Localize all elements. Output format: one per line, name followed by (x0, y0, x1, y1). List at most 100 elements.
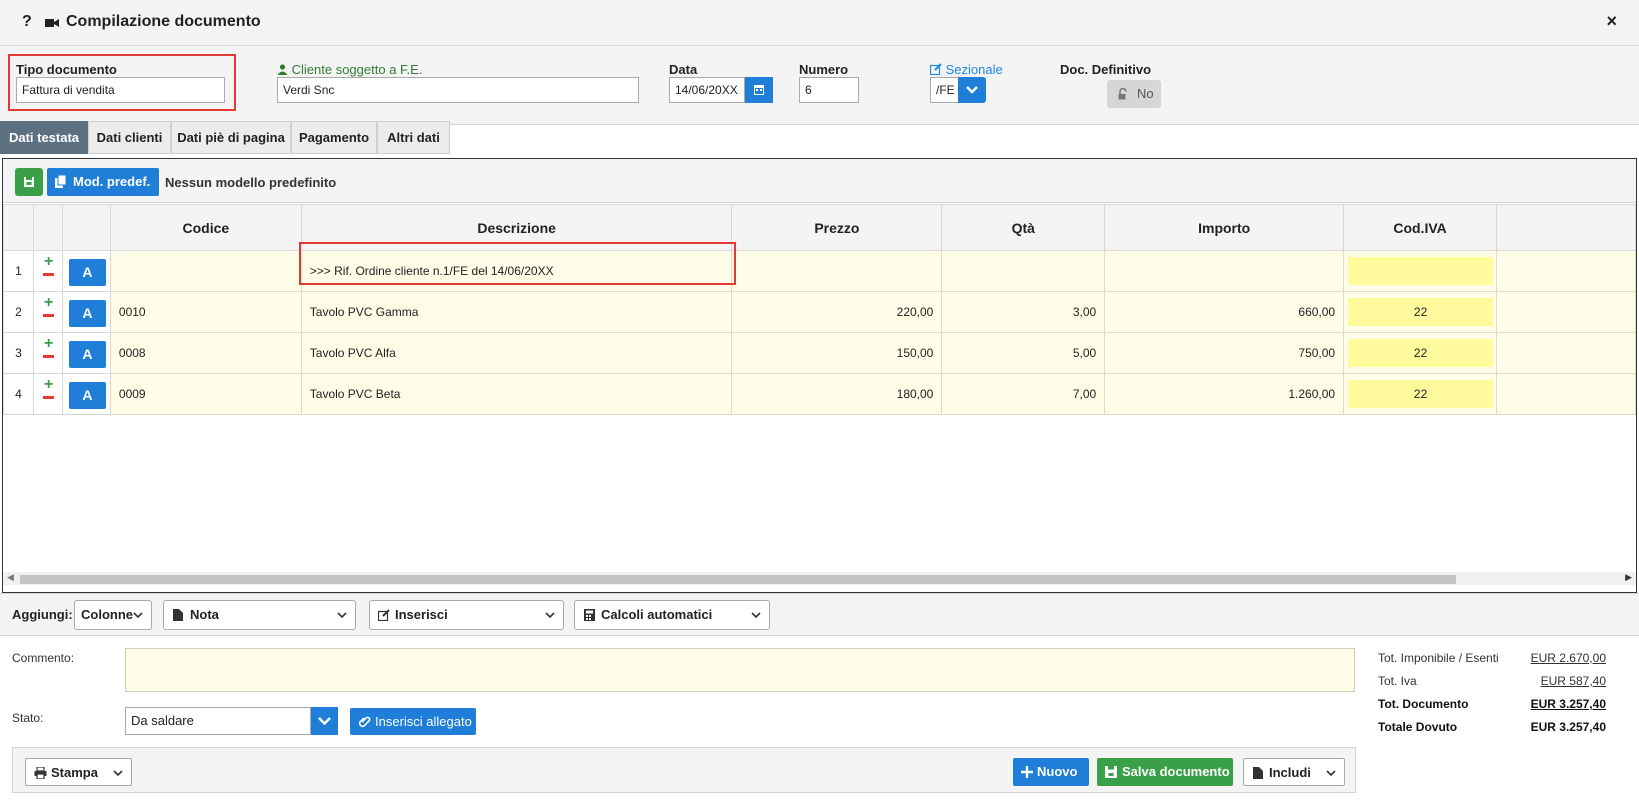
nota-dropdown[interactable]: Nota (163, 600, 356, 630)
cell-prezzo[interactable]: 180,00 (731, 373, 943, 415)
horizontal-scrollbar[interactable]: ◀ ▶ (3, 572, 1636, 585)
scroll-right-icon[interactable]: ▶ (1625, 572, 1632, 583)
cell-extra (1496, 373, 1636, 415)
cell-qta[interactable]: 5,00 (941, 332, 1106, 374)
cliente-field[interactable]: Verdi Snc (277, 77, 639, 103)
tipo-documento-field[interactable]: Fattura di vendita (16, 77, 225, 103)
cell-descrizione[interactable]: Tavolo PVC Beta (300, 373, 733, 415)
row-a-button[interactable]: A (68, 382, 106, 409)
row-a-button[interactable]: A (68, 300, 106, 327)
minus-icon[interactable] (42, 355, 54, 358)
calcoli-dropdown[interactable]: Calcoli automatici (574, 600, 770, 630)
cell-importo[interactable]: 750,00 (1104, 332, 1345, 374)
tot-documento-value[interactable]: EUR 3.257,40 (1531, 697, 1606, 711)
inserisci-dropdown[interactable]: Inserisci (369, 600, 564, 630)
includi-label: Includi (1269, 765, 1311, 780)
row-a-button[interactable]: A (68, 259, 106, 286)
col-header-importo[interactable]: Importo (1104, 204, 1345, 251)
cell-descrizione[interactable]: Tavolo PVC Alfa (300, 332, 733, 374)
cell-cod-iva[interactable]: 22 (1343, 332, 1498, 374)
row-number: 2 (3, 291, 34, 333)
calcoli-label: Calcoli automatici (601, 607, 713, 622)
col-header-qta[interactable]: Qtà (941, 204, 1106, 251)
cell-codice[interactable] (109, 250, 302, 292)
sezionale-label[interactable]: Sezionale (929, 62, 1003, 77)
colonne-dropdown[interactable]: Colonne (74, 600, 152, 630)
chevron-down-icon (337, 612, 347, 619)
definitivo-toggle[interactable]: No (1107, 80, 1161, 108)
chevron-down-icon (133, 612, 143, 619)
plus-icon[interactable]: + (44, 254, 53, 270)
numero-field[interactable]: 6 (799, 77, 859, 103)
aggiungi-bar: Aggiungi: Colonne Nota Inserisci Calcoli… (0, 593, 1639, 636)
col-header-cod-iva[interactable]: Cod.IVA (1343, 204, 1498, 251)
table-header-row: Codice Descrizione Prezzo Qtà Importo Co… (3, 204, 1636, 251)
commento-textarea[interactable] (125, 648, 1355, 692)
cell-qta[interactable] (941, 250, 1106, 292)
salva-documento-button[interactable]: Salva documento (1097, 758, 1233, 786)
scrollbar-thumb[interactable] (20, 575, 1456, 584)
col-header-codice[interactable]: Codice (109, 204, 302, 251)
plus-icon[interactable]: + (44, 295, 53, 311)
col-header-a (61, 204, 111, 251)
stato-label: Stato: (12, 711, 44, 725)
minus-icon[interactable] (42, 396, 54, 399)
nuovo-button[interactable]: Nuovo (1013, 758, 1089, 786)
sezionale-dropdown-button[interactable] (958, 77, 986, 103)
stampa-label: Stampa (51, 765, 98, 780)
tab-dati-testata[interactable]: Dati testata (0, 121, 88, 154)
tab-altri-dati[interactable]: Altri dati (377, 121, 450, 154)
chevron-down-icon (545, 612, 555, 619)
stato-select[interactable]: Da saldare (125, 707, 311, 735)
tot-imponibile-value[interactable]: EUR 2.670,00 (1531, 651, 1606, 665)
floppy-icon (1105, 766, 1117, 778)
cell-prezzo[interactable]: 150,00 (731, 332, 943, 374)
tab-pagamento[interactable]: Pagamento (291, 121, 377, 154)
row-a-cell: A (61, 332, 111, 374)
stampa-dropdown[interactable]: Stampa (25, 758, 132, 786)
cell-cod-iva[interactable] (1343, 250, 1498, 292)
col-header-prezzo[interactable]: Prezzo (731, 204, 943, 251)
help-icon[interactable]: ? (22, 13, 32, 31)
cell-cod-iva[interactable]: 22 (1343, 291, 1498, 333)
cell-qta[interactable]: 3,00 (941, 291, 1106, 333)
inserisci-allegato-button[interactable]: Inserisci allegato (350, 708, 476, 735)
cell-qta[interactable]: 7,00 (941, 373, 1106, 415)
inserisci-label: Inserisci (395, 607, 448, 622)
plus-icon[interactable]: + (44, 377, 53, 393)
tot-imponibile-label: Tot. Imponibile / Esenti (1378, 651, 1499, 665)
stato-dropdown-button[interactable] (311, 707, 338, 735)
row-add-remove: + (32, 332, 63, 374)
close-icon[interactable]: × (1606, 11, 1617, 32)
row-a-button[interactable]: A (68, 341, 106, 368)
sezionale-field[interactable]: /FE (930, 77, 959, 103)
lines-table: Codice Descrizione Prezzo Qtà Importo Co… (3, 204, 1636, 415)
cell-importo[interactable] (1104, 250, 1345, 292)
cell-descrizione[interactable]: Tavolo PVC Gamma (300, 291, 733, 333)
cell-codice[interactable]: 0010 (109, 291, 302, 333)
calendar-button[interactable] (745, 77, 773, 103)
table-row: 2 + A 0010 Tavolo PVC Gamma 220,00 3,00 … (3, 291, 1636, 333)
includi-dropdown[interactable]: Includi (1243, 758, 1345, 786)
numero-label: Numero (799, 62, 849, 77)
plus-icon[interactable]: + (44, 336, 53, 352)
cell-cod-iva[interactable]: 22 (1343, 373, 1498, 415)
cell-importo[interactable]: 1.260,00 (1104, 373, 1345, 415)
minus-icon[interactable] (42, 314, 54, 317)
save-model-button[interactable] (15, 168, 43, 196)
minus-icon[interactable] (42, 273, 54, 276)
mod-predef-button[interactable]: Mod. predef. (47, 168, 159, 196)
cell-importo[interactable]: 660,00 (1104, 291, 1345, 333)
scroll-left-icon[interactable]: ◀ (7, 572, 14, 583)
cell-prezzo[interactable]: 220,00 (731, 291, 943, 333)
cell-extra (1496, 332, 1636, 374)
salva-documento-label: Salva documento (1122, 764, 1230, 779)
tab-dati-clienti[interactable]: Dati clienti (88, 121, 171, 154)
tot-iva-value[interactable]: EUR 587,40 (1541, 674, 1606, 688)
cell-codice[interactable]: 0009 (109, 373, 302, 415)
tab-dati-pie-di-pagina[interactable]: Dati piè di pagina (171, 121, 291, 154)
cell-prezzo[interactable] (731, 250, 943, 292)
edit-icon (378, 609, 390, 621)
cell-codice[interactable]: 0008 (109, 332, 302, 374)
data-field[interactable]: 14/06/20XX (669, 77, 745, 103)
